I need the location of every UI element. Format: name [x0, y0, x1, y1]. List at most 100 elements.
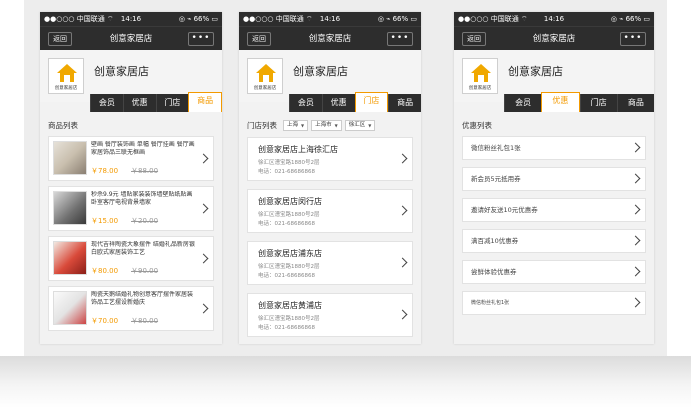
- status-bar: ●●○○○ 中国联通 ⌔ 14:16 ◎ ⌁ 66% ▭: [454, 12, 654, 26]
- province-select[interactable]: 上海 ▼: [283, 120, 309, 131]
- district-select[interactable]: 徐汇区 ▼: [344, 120, 376, 131]
- store-phone: 电话：021-68686868: [258, 273, 315, 279]
- chevron-right-icon: [397, 257, 408, 268]
- city-select[interactable]: 上海市 ▼: [311, 120, 342, 131]
- floor-shadow: [0, 356, 691, 408]
- logo-text: 创意家居店: [253, 86, 277, 91]
- product-old-price: ￥90.00: [131, 267, 159, 275]
- tab-members[interactable]: 会员: [289, 94, 322, 112]
- list-item[interactable]: 创意家居店浦东店 徐汇区漕宝路1880号2层 电话：021-68686868: [247, 241, 413, 285]
- list-item[interactable]: 尝鲜体验优惠券: [462, 260, 646, 284]
- store-address: 徐汇区漕宝路1880号2层: [258, 264, 320, 270]
- store-phone: 电话：021-68686868: [258, 169, 315, 175]
- store-address: 徐汇区漕宝路1880号2层: [258, 316, 320, 322]
- list-item[interactable]: 邀请好友送10元优惠券: [462, 198, 646, 222]
- product-name: 秒杀9.9元 墙贴家装装饰墙壁贴纸贴画卧室客厅电视背景墙家: [91, 191, 193, 206]
- back-button[interactable]: 返回: [247, 32, 271, 46]
- list-item[interactable]: 创意家居店闵行店 徐汇区漕宝路1880号2层 电话：021-68686868: [247, 189, 413, 233]
- more-button[interactable]: •••: [387, 32, 413, 46]
- chevron-right-icon: [397, 309, 408, 320]
- tab-offers[interactable]: 优惠: [321, 94, 355, 112]
- more-button[interactable]: •••: [188, 32, 214, 46]
- shop-logo: 创意家居店: [462, 58, 498, 94]
- chevron-down-icon: ▼: [301, 123, 305, 128]
- store-phone: 电话：021-68686868: [258, 325, 315, 331]
- store-name: 创意家居店黄浦店: [258, 301, 322, 310]
- shop-header: 创意家居店 创意家居店 会员 优惠 门店 商品: [40, 50, 222, 112]
- house-icon: [471, 64, 491, 82]
- phone-stores: ●●○○○ 中国联通 ⌔ 14:16 ◎ ⌁ 66% ▭ 返回 创意家居店 ••…: [239, 12, 421, 344]
- tab-stores[interactable]: 门店: [354, 92, 389, 112]
- chevron-right-icon: [630, 266, 641, 277]
- store-address: 徐汇区漕宝路1880号2层: [258, 212, 320, 218]
- list-item[interactable]: 陶瓷天鹅结婚礼物创意客厅摆件家居装饰品工艺摆设新婚庆 ￥70.00 ￥80.00: [48, 286, 214, 331]
- tab-members[interactable]: 会员: [90, 94, 123, 112]
- product-thumbnail: [53, 291, 87, 325]
- tab-products[interactable]: 商品: [616, 94, 654, 112]
- status-bar: ●●○○○ 中国联通 ⌔ 14:16 ◎ ⌁ 66% ▭: [239, 12, 421, 26]
- store-phone: 电话：021-68686868: [258, 221, 315, 227]
- chevron-right-icon: [198, 303, 209, 313]
- chevron-right-icon: [198, 253, 209, 263]
- list-item[interactable]: 秒杀9.9元 墙贴家装装饰墙壁贴纸贴画卧室客厅电视背景墙家 ￥15.00 ￥20…: [48, 186, 214, 231]
- list-item[interactable]: 新会员5元抵用券: [462, 167, 646, 191]
- back-button[interactable]: 返回: [48, 32, 72, 46]
- product-old-price: ￥80.00: [131, 317, 159, 325]
- shop-name: 创意家居店: [94, 65, 149, 78]
- chevron-down-icon: ▼: [368, 123, 372, 128]
- logo-text: 创意家居店: [54, 86, 78, 91]
- shop-logo: 创意家居店: [247, 58, 283, 94]
- coupon-name: 新会员5元抵用券: [471, 175, 521, 183]
- list-item[interactable]: 微信粉丝礼包1张: [462, 136, 646, 160]
- tab-bar: 会员 优惠 门店 商品: [504, 92, 654, 112]
- house-icon: [256, 64, 276, 82]
- coupon-name: 微信粉丝礼包1张: [471, 300, 510, 306]
- tab-products[interactable]: 商品: [188, 92, 222, 112]
- store-list: 门店列表 上海 ▼ 上海市 ▼ 徐汇区 ▼ 创意家居店上海徐汇店 徐汇区漕宝路1880…: [239, 102, 421, 337]
- coupon-name: 邀请好友送10元优惠券: [471, 206, 538, 214]
- list-item[interactable]: 创意家居店黄浦店 徐汇区漕宝路1880号2层 电话：021-68686868: [247, 293, 413, 337]
- chevron-right-icon: [630, 142, 641, 153]
- phone-products: ●●○○○ 中国联通 ⌔ 14:16 ◎ ⌁ 66% ▭ 返回 创意家居店 ••…: [40, 12, 222, 344]
- back-button[interactable]: 返回: [462, 32, 486, 46]
- product-thumbnail: [53, 191, 87, 225]
- product-list: 商品列表 壁画 餐厅装饰画 单幅 餐厅挂画 餐厅画 家居饰品三联无框画 ￥78.…: [40, 102, 222, 331]
- product-thumbnail: [53, 241, 87, 275]
- list-item[interactable]: 现代吉祥陶瓷大象摆件 结婚礼品新房银白欧式家居装饰工艺 ￥80.00 ￥90.0…: [48, 236, 214, 281]
- product-thumbnail: [53, 141, 87, 175]
- tab-offers[interactable]: 优惠: [541, 92, 580, 112]
- section-title: 优惠列表: [462, 121, 492, 130]
- coupon-name: 满百减10优惠券: [471, 237, 519, 245]
- more-button[interactable]: •••: [620, 32, 646, 46]
- store-name: 创意家居店闵行店: [258, 197, 322, 206]
- status-bar: ●●○○○ 中国联通 ⌔ 14:16 ◎ ⌁ 66% ▭: [40, 12, 222, 26]
- list-item[interactable]: 满百减10优惠券: [462, 229, 646, 253]
- product-name: 壁画 餐厅装饰画 单幅 餐厅挂画 餐厅画 家居饰品三联无框画: [91, 141, 195, 156]
- filter-row: 门店列表 上海 ▼ 上海市 ▼ 徐汇区 ▼: [247, 120, 413, 131]
- product-price: ￥78.00: [91, 167, 119, 175]
- battery-label: ◎ ⌁ 66% ▭: [178, 15, 218, 23]
- list-item[interactable]: 壁画 餐厅装饰画 单幅 餐厅挂画 餐厅画 家居饰品三联无框画 ￥78.00 ￥8…: [48, 136, 214, 181]
- select-value: 上海: [287, 122, 299, 128]
- product-name: 现代吉祥陶瓷大象摆件 结婚礼品新房银白欧式家居装饰工艺: [91, 241, 195, 256]
- list-item[interactable]: 创意家居店上海徐汇店 徐汇区漕宝路1880号2层 电话：021-68686868: [247, 137, 413, 181]
- shop-logo: 创意家居店: [48, 58, 84, 94]
- tab-bar: 会员 优惠 门店 商品: [90, 92, 222, 112]
- chevron-right-icon: [198, 153, 209, 163]
- tab-offers[interactable]: 优惠: [122, 94, 156, 112]
- tab-products[interactable]: 商品: [388, 94, 421, 112]
- logo-text: 创意家居店: [468, 86, 492, 91]
- section-title: 门店列表: [247, 121, 277, 130]
- tab-members[interactable]: 会员: [504, 94, 541, 112]
- product-price: ￥70.00: [91, 317, 119, 325]
- chevron-right-icon: [630, 235, 641, 246]
- list-item[interactable]: 微信粉丝礼包1张: [462, 291, 646, 315]
- product-price: ￥15.00: [91, 217, 119, 225]
- tab-stores[interactable]: 门店: [155, 94, 189, 112]
- shop-name: 创意家居店: [508, 65, 563, 78]
- shop-header: 创意家居店 创意家居店 会员 优惠 门店 商品: [454, 50, 654, 112]
- navbar: 返回 创意家居店 •••: [40, 26, 222, 50]
- tab-stores[interactable]: 门店: [579, 94, 617, 112]
- battery-label: ◎ ⌁ 66% ▭: [610, 15, 650, 23]
- chevron-right-icon: [397, 205, 408, 216]
